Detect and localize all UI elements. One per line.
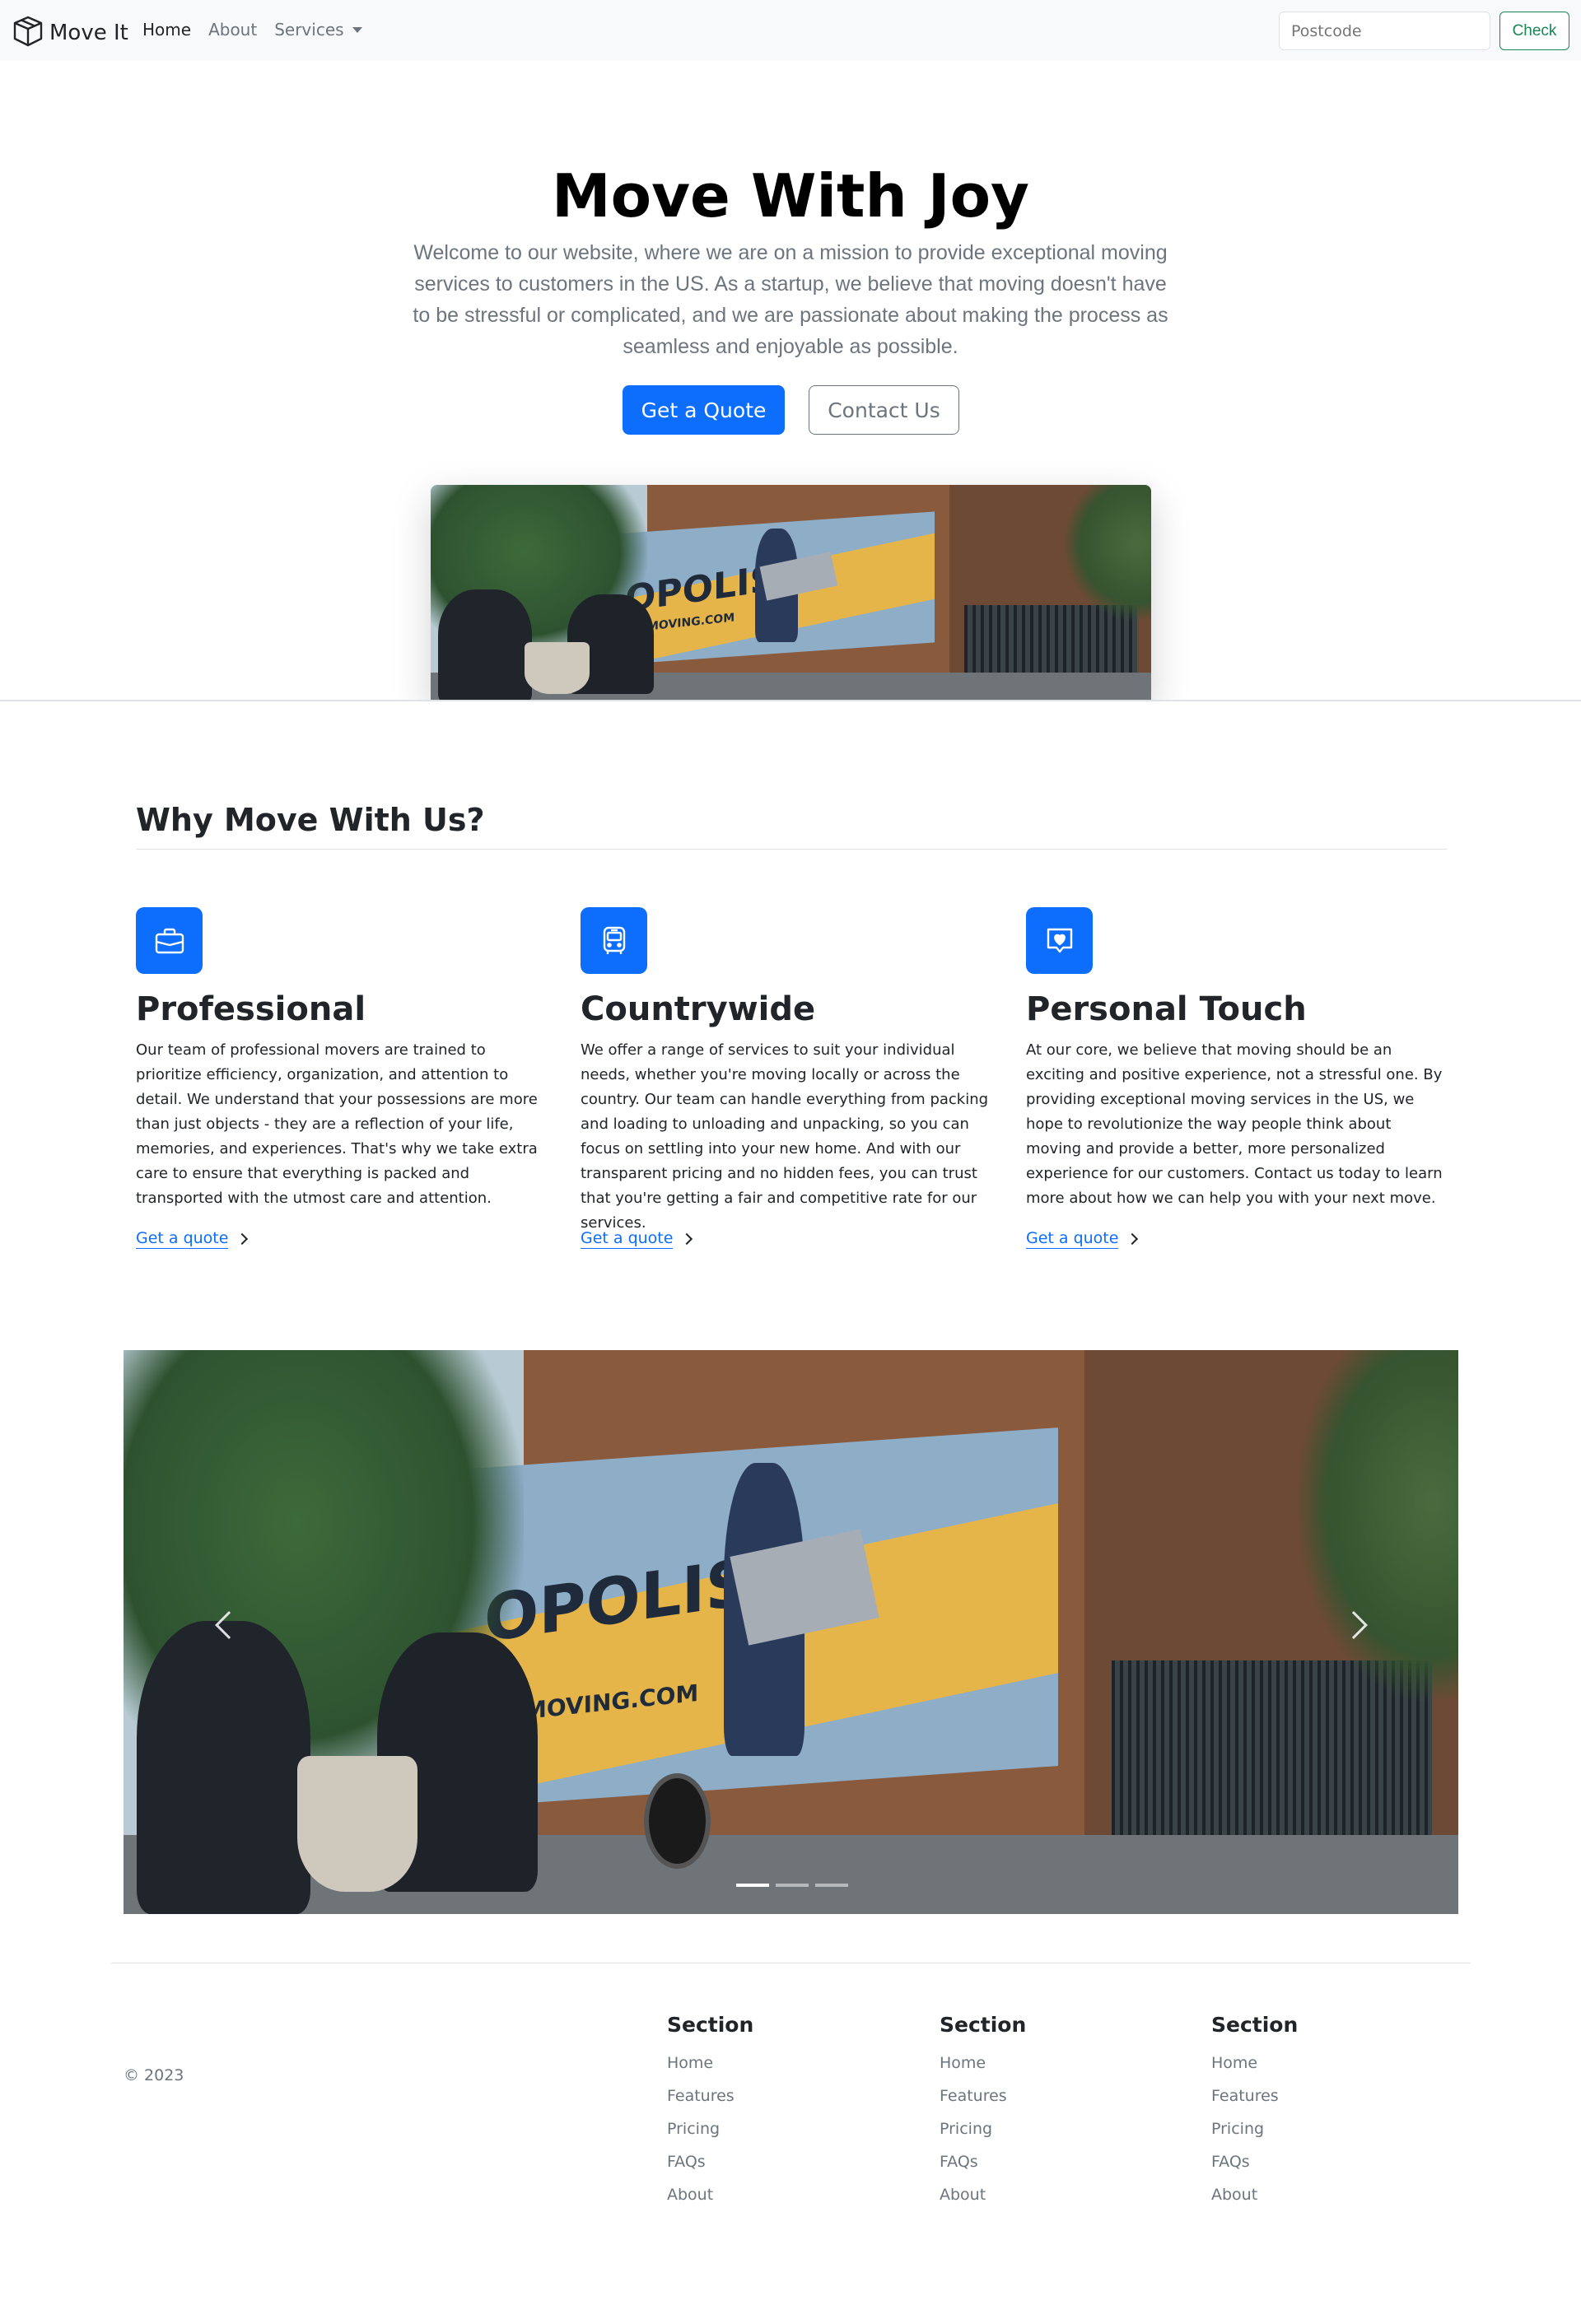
footer-link-about[interactable]: About	[667, 2178, 914, 2211]
feature-title: Professional	[136, 990, 366, 1028]
footer-link-pricing[interactable]: Pricing	[1211, 2112, 1458, 2145]
brand-link[interactable]: Move It	[12, 15, 128, 51]
feature-link-personal-touch[interactable]: Get a quote	[1026, 1228, 1139, 1249]
chevron-right-icon	[236, 1232, 249, 1245]
feature-text: Our team of professional movers are trai…	[136, 1041, 538, 1207]
nav-link-home[interactable]: Home	[142, 20, 191, 40]
footer-column: Section Home Features Pricing FAQs About	[667, 2013, 914, 2211]
features-divider	[136, 849, 1447, 850]
footer-link-faqs[interactable]: FAQs	[940, 2145, 1187, 2178]
check-button[interactable]: Check	[1499, 12, 1569, 50]
footer-link-about[interactable]: About	[1211, 2178, 1458, 2211]
footer-link-faqs[interactable]: FAQs	[1211, 2145, 1458, 2178]
feature-personal-touch: Personal Touch At our core, we believe t…	[1026, 907, 1446, 1211]
footer-column-title: Section	[940, 2013, 1027, 2037]
carousel-indicators	[736, 1884, 848, 1887]
feature-title: Countrywide	[581, 990, 816, 1028]
nav-dropdown-label: Services	[274, 20, 344, 40]
footer-link-faqs[interactable]: FAQs	[667, 2145, 914, 2178]
brand-name: Move It	[49, 21, 128, 45]
bus-icon	[581, 907, 647, 974]
feature-link-professional[interactable]: Get a quote	[136, 1228, 249, 1249]
footer-link-features[interactable]: Features	[940, 2079, 1187, 2112]
feature-countrywide: Countrywide We offer a range of services…	[581, 907, 1000, 1236]
feature-link-countrywide[interactable]: Get a quote	[581, 1228, 693, 1249]
feature-title: Personal Touch	[1026, 990, 1307, 1028]
feature-text: At our core, we believe that moving shou…	[1026, 1041, 1443, 1207]
hero-image: OPOLIS MOVING.COM	[431, 485, 1151, 700]
carousel-indicator[interactable]	[776, 1884, 809, 1887]
footer-column: Section Home Features Pricing FAQs About	[940, 2013, 1187, 2211]
chat-heart-icon	[1026, 907, 1093, 974]
footer-column: Section Home Features Pricing FAQs About	[1211, 2013, 1458, 2211]
footer-column-title: Section	[1211, 2013, 1299, 2037]
hero-lead: Welcome to our website, where we are on …	[413, 241, 1168, 358]
footer-link-home[interactable]: Home	[1211, 2047, 1458, 2079]
feature-professional: Professional Our team of professional mo…	[136, 907, 556, 1211]
hero-section: Move With Joy Welcome to our website, wh…	[0, 61, 1581, 701]
nav-link-about[interactable]: About	[208, 20, 257, 40]
footer-link-about[interactable]: About	[940, 2178, 1187, 2211]
footer-link-features[interactable]: Features	[667, 2079, 914, 2112]
feature-link-label: Get a quote	[1026, 1229, 1119, 1249]
navbar: Move It Home About Services Check	[0, 0, 1581, 61]
nav-dropdown-services[interactable]: Services	[274, 20, 362, 40]
footer-column-title: Section	[667, 2013, 754, 2037]
feature-text: We offer a range of services to suit you…	[581, 1041, 989, 1232]
briefcase-icon	[136, 907, 203, 974]
chevron-right-icon	[1126, 1232, 1139, 1245]
footer-link-pricing[interactable]: Pricing	[940, 2112, 1187, 2145]
postcode-input[interactable]	[1279, 12, 1490, 50]
chevron-right-icon	[681, 1232, 693, 1245]
copyright: © 2023	[124, 2066, 184, 2084]
carousel-indicator[interactable]	[736, 1884, 769, 1887]
feature-link-label: Get a quote	[581, 1229, 674, 1249]
box-icon	[12, 15, 44, 51]
moving-truck-photo: OPOLIS MOVING.COM	[431, 485, 1151, 700]
get-quote-button[interactable]: Get a Quote	[623, 385, 785, 435]
carousel-indicator[interactable]	[815, 1884, 848, 1887]
carousel-slide-photo: OPOLIS MOVING.COM	[124, 1350, 1458, 1914]
hero-title: Move With Joy	[552, 161, 1029, 231]
footer-link-home[interactable]: Home	[940, 2047, 1187, 2079]
contact-us-button[interactable]: Contact Us	[809, 385, 959, 435]
footer-link-pricing[interactable]: Pricing	[667, 2112, 914, 2145]
nav-links: Home About Services	[142, 20, 362, 40]
caret-down-icon	[352, 26, 362, 33]
feature-link-label: Get a quote	[136, 1229, 229, 1249]
features-title: Why Move With Us?	[136, 802, 485, 838]
image-carousel: OPOLIS MOVING.COM	[124, 1350, 1458, 1914]
footer-link-features[interactable]: Features	[1211, 2079, 1458, 2112]
footer-link-home[interactable]: Home	[667, 2047, 914, 2079]
